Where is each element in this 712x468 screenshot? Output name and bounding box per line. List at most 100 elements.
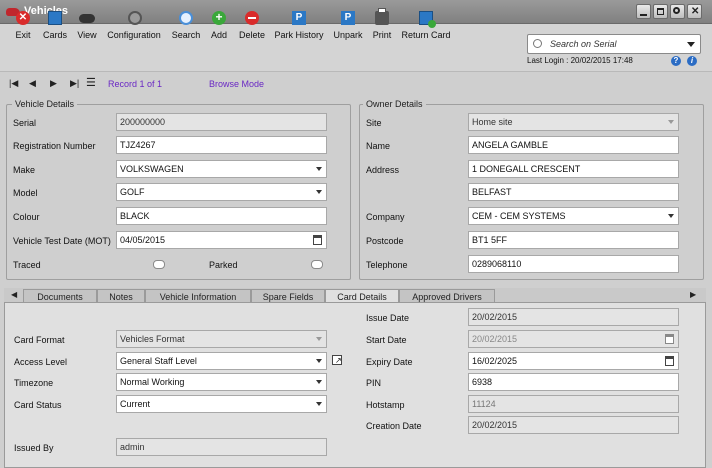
close-window-button[interactable]: ✕ <box>687 4 702 19</box>
model-select[interactable]: GOLF <box>116 183 327 201</box>
tab-documents[interactable]: Documents <box>23 289 97 303</box>
exit-icon: ✕ <box>16 11 30 25</box>
delete-icon <box>245 11 259 25</box>
card-format-value: Vehicles Format <box>120 334 185 344</box>
return-card-button[interactable]: Return Card <box>400 4 452 44</box>
configuration-button[interactable]: Configuration <box>104 4 164 44</box>
park-history-button[interactable]: P Park History <box>273 4 325 44</box>
add-button[interactable]: + Add <box>205 4 233 44</box>
serial-label: Serial <box>13 118 37 128</box>
address-label: Address <box>366 165 400 175</box>
owner-details-legend: Owner Details <box>363 99 426 109</box>
minimize-button[interactable] <box>636 4 651 19</box>
model-label: Model <box>13 188 38 198</box>
record-counter: Record 1 of 1 <box>108 79 163 89</box>
card-format-label: Card Format <box>14 335 65 345</box>
park-history-icon: P <box>292 11 306 25</box>
info-icon[interactable]: i <box>687 56 697 66</box>
postcode-field[interactable]: BT1 5FF <box>468 231 679 249</box>
cards-icon <box>48 11 62 25</box>
help-icon[interactable]: ? <box>671 56 681 66</box>
return-card-icon <box>419 11 436 28</box>
last-record-icon[interactable]: ▶| <box>70 78 79 89</box>
print-button[interactable]: Print <box>369 4 395 44</box>
mot-date-field[interactable]: 04/05/2015 <box>116 231 327 249</box>
card-format-select[interactable]: Vehicles Format <box>116 330 327 348</box>
colour-label: Colour <box>13 212 40 222</box>
maximize-button[interactable] <box>653 4 668 19</box>
company-value: CEM - CEM SYSTEMS <box>472 211 566 221</box>
vehicle-details-legend: Vehicle Details <box>12 99 78 109</box>
colour-field[interactable]: BLACK <box>116 207 327 225</box>
tab-scroll-right-icon[interactable]: ▶ <box>690 290 696 299</box>
issue-date-label: Issue Date <box>366 313 410 323</box>
card-status-select[interactable]: Current <box>116 395 327 413</box>
hotstamp-field[interactable]: 11124 <box>468 395 679 413</box>
expiry-date-field[interactable]: 16/02/2025 <box>468 352 679 370</box>
next-record-icon[interactable]: ▶ <box>50 78 57 89</box>
make-value: VOLKSWAGEN <box>120 164 184 174</box>
creation-date-label: Creation Date <box>366 421 422 431</box>
traced-label: Traced <box>13 260 41 270</box>
telephone-field[interactable]: 0289068110 <box>468 255 679 273</box>
name-field[interactable]: ANGELA GAMBLE <box>468 136 679 154</box>
tab-scroll-left-icon[interactable]: ◀ <box>11 290 17 299</box>
zoom-button[interactable] <box>670 4 685 19</box>
card-status-value: Current <box>120 399 151 409</box>
serial-field[interactable]: 200000000 <box>116 113 327 131</box>
site-select[interactable]: Home site <box>468 113 679 131</box>
view-button[interactable]: View <box>73 4 101 44</box>
expiry-calendar-icon[interactable] <box>665 356 674 366</box>
access-level-select[interactable]: General Staff Level <box>116 352 327 370</box>
hotstamp-label: Hotstamp <box>366 400 405 410</box>
creation-date-field[interactable]: 20/02/2015 <box>468 416 679 434</box>
parked-toggle[interactable] <box>311 260 323 269</box>
search-button[interactable]: Search <box>170 4 202 44</box>
configuration-icon <box>128 11 142 25</box>
tab-approved-drivers[interactable]: Approved Drivers <box>399 289 495 303</box>
unpark-icon: P <box>341 11 355 25</box>
print-icon <box>375 8 389 25</box>
make-select[interactable]: VOLKSWAGEN <box>116 160 327 178</box>
view-icon <box>79 14 95 23</box>
tab-spare-fields[interactable]: Spare Fields <box>251 289 325 303</box>
expiry-date-value: 16/02/2025 <box>472 356 518 366</box>
traced-toggle[interactable] <box>153 260 165 269</box>
address-line1-field[interactable]: 1 DONEGALL CRESCENT <box>468 160 679 178</box>
issue-date-field[interactable]: 20/02/2015 <box>468 308 679 326</box>
address-line2-field[interactable]: BELFAST <box>468 183 679 201</box>
issued-by-field[interactable]: admin <box>116 438 327 456</box>
mot-date-label: Vehicle Test Date (MOT) <box>13 236 111 246</box>
pin-label: PIN <box>366 378 382 388</box>
search-icon <box>179 11 193 25</box>
calendar-icon[interactable] <box>313 235 322 245</box>
previous-record-icon[interactable]: ◀ <box>29 78 36 89</box>
unpark-button[interactable]: P Unpark <box>331 4 365 44</box>
expiry-date-label: Expiry Date <box>366 357 413 367</box>
first-record-icon[interactable]: |◀ <box>9 78 18 89</box>
timezone-select[interactable]: Normal Working <box>116 373 327 391</box>
access-level-value: General Staff Level <box>120 356 197 366</box>
parked-label: Parked <box>209 260 238 270</box>
tab-vehicle-information[interactable]: Vehicle Information <box>145 289 251 303</box>
company-select[interactable]: CEM - CEM SYSTEMS <box>468 207 679 225</box>
exit-button[interactable]: ✕ Exit <box>10 4 36 44</box>
list-view-icon[interactable]: ☰ <box>86 76 96 89</box>
start-date-label: Start Date <box>366 335 407 345</box>
start-date-field[interactable]: 20/02/2015 <box>468 330 679 348</box>
mode-indicator: Browse Mode <box>209 79 265 89</box>
cards-button[interactable]: Cards <box>40 4 70 44</box>
last-login-text: Last Login : 20/02/2015 17:48 <box>527 56 633 65</box>
start-calendar-icon[interactable] <box>665 334 674 344</box>
tab-notes[interactable]: Notes <box>97 289 145 303</box>
registration-number-field[interactable]: TJZ4267 <box>116 136 327 154</box>
timezone-value: Normal Working <box>120 377 185 387</box>
open-external-icon[interactable]: ↗ <box>332 355 342 365</box>
mot-date-value: 04/05/2015 <box>120 235 166 245</box>
telephone-label: Telephone <box>366 260 408 270</box>
postcode-label: Postcode <box>366 236 404 246</box>
company-label: Company <box>366 212 405 222</box>
delete-button[interactable]: Delete <box>236 4 268 44</box>
pin-field[interactable]: 6938 <box>468 373 679 391</box>
chevron-down-icon[interactable] <box>687 42 695 51</box>
